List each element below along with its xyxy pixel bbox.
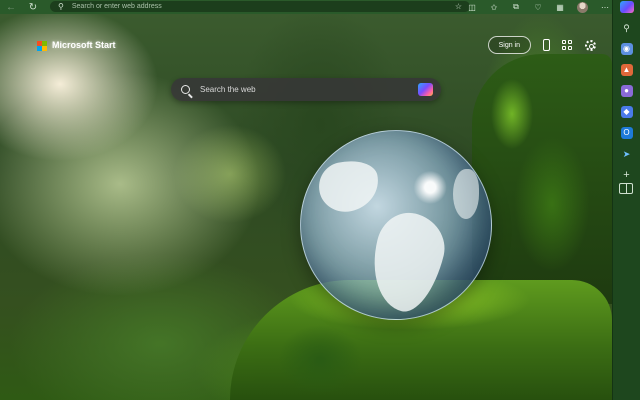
favorites-icon[interactable]: ✩ bbox=[489, 3, 499, 12]
microsoft-logo bbox=[37, 41, 47, 51]
reading-view-icon[interactable]: ◫ bbox=[467, 3, 477, 12]
toolbar-right-actions: ◫ ✩ ⧉ ♡ ▦ ⋯ bbox=[467, 0, 610, 14]
collections-icon[interactable]: ⧉ bbox=[511, 2, 521, 12]
back-arrow-icon[interactable]: ← bbox=[4, 1, 18, 13]
signin-button[interactable]: Sign in bbox=[487, 36, 531, 54]
favorite-star-icon[interactable]: ☆ bbox=[455, 2, 462, 11]
apps-icon[interactable] bbox=[562, 39, 573, 51]
page-top-controls: Sign in bbox=[487, 36, 596, 54]
new-tab-background: Microsoft Start Sign in Search the web bbox=[0, 14, 612, 400]
search-input[interactable]: Search the web bbox=[200, 85, 256, 94]
profile-avatar[interactable] bbox=[577, 1, 588, 13]
refresh-icon[interactable]: ↻ bbox=[26, 1, 40, 13]
copilot-icon[interactable] bbox=[418, 83, 433, 96]
extensions-icon[interactable]: ▦ bbox=[555, 3, 565, 12]
sidebar-shopping-bag-icon[interactable]: ▲ bbox=[620, 64, 633, 76]
background-glass-globe bbox=[300, 130, 492, 320]
phone-icon[interactable] bbox=[543, 39, 550, 51]
gear-icon[interactable] bbox=[585, 39, 596, 51]
copilot-sidebar-icon[interactable] bbox=[619, 1, 634, 13]
sidebar-outlook-icon[interactable]: O bbox=[620, 127, 633, 139]
address-bar[interactable]: ⚲ Search or enter web address ☆ bbox=[50, 1, 470, 12]
search-icon bbox=[181, 85, 190, 94]
more-menu-icon[interactable]: ⋯ bbox=[600, 3, 610, 12]
background-moss-rock bbox=[472, 54, 612, 304]
address-input[interactable]: Search or enter web address bbox=[72, 3, 162, 10]
edge-sidebar: ⚲ ◉ ▲ ● ◆ O ➤ + bbox=[612, 0, 640, 400]
sidebar-search-icon[interactable]: ⚲ bbox=[621, 22, 633, 34]
web-search-box[interactable]: Search the web bbox=[171, 78, 441, 101]
split-screen-icon[interactable] bbox=[619, 183, 633, 194]
brand-title: Microsoft Start bbox=[52, 40, 116, 50]
browser-essentials-icon[interactable]: ♡ bbox=[533, 3, 543, 12]
sidebar-tag-icon[interactable]: ◉ bbox=[620, 43, 633, 55]
sidebar-people-icon[interactable]: ● bbox=[620, 85, 633, 97]
sidebar-games-icon[interactable]: ◆ bbox=[620, 106, 633, 118]
browser-toolbar: ← ↻ ⚲ Search or enter web address ☆ ◫ ✩ … bbox=[0, 0, 640, 14]
sidebar-add-icon[interactable]: + bbox=[621, 169, 633, 181]
sidebar-send-icon[interactable]: ➤ bbox=[621, 148, 633, 160]
search-icon: ⚲ bbox=[58, 2, 64, 11]
